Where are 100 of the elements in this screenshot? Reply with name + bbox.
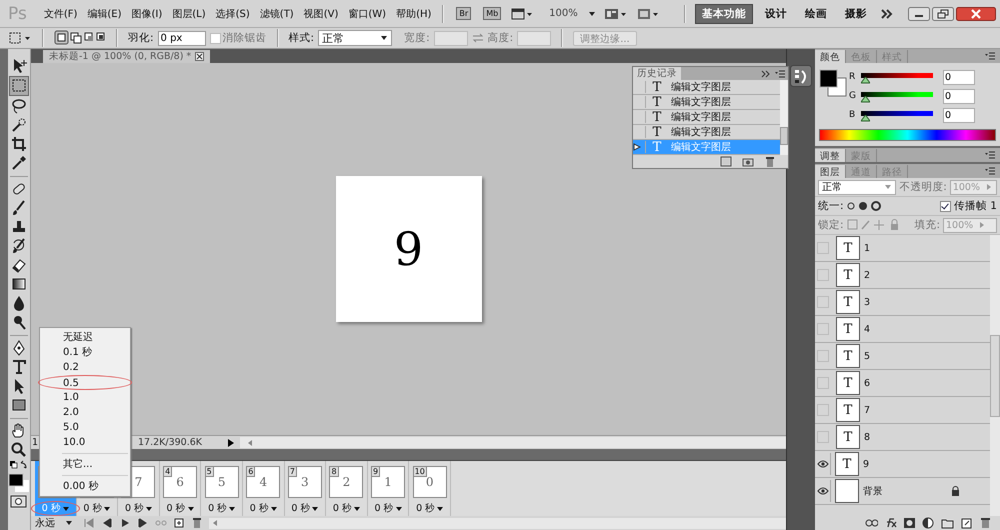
animation-frame[interactable]: 5 5 0 秒 [201, 461, 243, 516]
layer-row[interactable]: 背景 [815, 478, 990, 505]
frame-delay[interactable]: 0 秒 [332, 502, 360, 515]
panel-menu-icon[interactable] [984, 52, 996, 60]
menu-item[interactable]: 窗口(W) [343, 6, 392, 20]
adjustment-icon[interactable] [922, 517, 935, 529]
layer-row[interactable]: T 6 [815, 370, 990, 397]
next-frame-icon[interactable] [137, 517, 149, 529]
visibility-toggle[interactable] [817, 269, 829, 281]
layer-row[interactable]: T 1 [815, 235, 990, 262]
type-tool-icon[interactable] [10, 358, 28, 376]
history-panel-icon[interactable] [790, 65, 812, 87]
visibility-toggle[interactable] [817, 350, 829, 362]
color-spectrum-bar[interactable] [819, 129, 996, 141]
layer-row[interactable]: T 9 [815, 451, 990, 478]
layer-row[interactable]: T 7 [815, 397, 990, 424]
workspace-button[interactable]: 绘画 [799, 4, 833, 22]
feather-field[interactable]: 0 px [158, 30, 206, 46]
workspace-button[interactable]: 基本功能 [695, 4, 753, 24]
frame-delay[interactable]: 0 秒 [124, 502, 152, 515]
horizontal-scrollbar[interactable] [209, 518, 786, 528]
zoom-icon[interactable] [10, 441, 28, 459]
screen-mode-icon[interactable] [636, 6, 660, 20]
menu-item[interactable]: 滤镜(T) [254, 6, 299, 20]
eye-icon[interactable] [816, 460, 828, 468]
style-dropdown[interactable]: 正常 [318, 30, 392, 46]
trash-icon[interactable] [764, 156, 776, 167]
document-tab[interactable]: 未标题-1 @ 100% (0, RGB/8) * [43, 50, 210, 63]
menu-item[interactable]: 图层(L) [167, 6, 211, 20]
double-chevron-icon[interactable] [880, 8, 894, 20]
selection-mode-icon[interactable] [54, 30, 106, 46]
menu-item[interactable]: 视图(V) [298, 6, 344, 20]
frame-delay[interactable]: 0 秒 [291, 502, 318, 515]
channel-value-field[interactable]: 0 [943, 108, 975, 122]
link-icon[interactable] [865, 517, 878, 529]
menu-item[interactable]: 选择(S) [210, 6, 255, 20]
rectangular-marquee-icon[interactable] [9, 76, 29, 96]
history-item[interactable]: T 编辑文字图层 [633, 95, 780, 110]
crop-icon[interactable] [10, 135, 28, 153]
history-item[interactable]: T 编辑文字图层 [633, 80, 780, 95]
menu-item[interactable]: 0.2 [40, 360, 130, 375]
eyedropper-icon[interactable] [10, 154, 28, 172]
color-swatches-icon[interactable] [8, 473, 30, 493]
menu-item[interactable]: 帮助(H) [391, 6, 436, 20]
workspace-button[interactable]: 设计 [759, 4, 793, 22]
animation-frame[interactable]: 8 2 0 秒 [326, 461, 368, 516]
visibility-toggle[interactable] [817, 323, 829, 335]
height-field[interactable] [517, 30, 552, 46]
lasso-icon[interactable] [10, 97, 28, 115]
quick-mask-icon[interactable] [10, 494, 28, 508]
horizontal-scrollbar[interactable] [240, 437, 786, 448]
vertical-scrollbar[interactable] [990, 235, 1000, 516]
folder-icon[interactable] [941, 517, 954, 529]
frame-delay[interactable]: 0 秒 [416, 502, 444, 515]
restore-icon[interactable] [932, 6, 954, 20]
play-arrow-icon[interactable] [226, 438, 236, 448]
menu-item[interactable]: 文件(F) [38, 6, 82, 20]
frame-delay[interactable]: 0 秒 [83, 502, 110, 515]
menu-item[interactable]: 5.0 [40, 420, 130, 435]
visibility-toggle[interactable] [817, 431, 829, 443]
minimize-icon[interactable] [908, 6, 930, 20]
visibility-toggle[interactable] [817, 404, 829, 416]
panel-tab[interactable]: 图层 [815, 165, 846, 178]
layer-row[interactable]: T 5 [815, 343, 990, 370]
menu-item[interactable]: 编辑(E) [82, 6, 126, 20]
visibility-toggle[interactable] [817, 242, 829, 254]
arrange-documents-icon[interactable] [604, 6, 628, 20]
menu-item[interactable]: 1.0 [40, 390, 130, 405]
slider-thumb[interactable] [861, 96, 870, 102]
trash-icon[interactable] [191, 517, 203, 529]
mini-bridge-button[interactable]: Mb [483, 7, 502, 20]
blend-mode-dropdown[interactable]: 正常 [818, 180, 896, 194]
panel-tab[interactable]: 调整 [815, 149, 846, 162]
quick-selection-icon[interactable] [10, 116, 28, 134]
menu-item[interactable]: 无延迟 [40, 330, 130, 345]
panel-tab[interactable]: 颜色 [815, 50, 846, 63]
frame-delay[interactable]: 0 秒 [208, 502, 236, 515]
menu-item[interactable]: 0.1 秒 [40, 345, 130, 360]
color-swatches-icon[interactable] [819, 69, 847, 97]
camera-icon[interactable] [742, 156, 754, 167]
layer-row[interactable]: T 4 [815, 316, 990, 343]
vertical-scrollbar[interactable] [780, 80, 788, 155]
frame-delay[interactable]: 0 秒 [250, 502, 277, 515]
trash-icon[interactable] [979, 517, 992, 529]
new-layer-icon[interactable] [960, 517, 973, 529]
menu-item[interactable]: 2.0 [40, 405, 130, 420]
animation-frame[interactable]: 6 4 0 秒 [242, 461, 285, 516]
workspace-button[interactable]: 摄影 [839, 4, 873, 22]
history-item[interactable]: T 编辑文字图层 [633, 110, 780, 125]
menu-item[interactable]: 10.0 [40, 435, 130, 450]
visibility-toggle[interactable] [817, 296, 829, 308]
layer-row[interactable]: T 8 [815, 424, 990, 451]
animation-frame[interactable]: 4 6 0 秒 [160, 461, 202, 516]
eye-icon[interactable] [816, 487, 828, 495]
antialias-checkbox[interactable] [210, 32, 221, 44]
zoom-level-dropdown[interactable]: 100% [549, 8, 578, 19]
close-icon[interactable] [956, 6, 996, 20]
rectangular-marquee-icon[interactable] [8, 31, 32, 45]
slider-thumb[interactable] [861, 114, 870, 122]
frame-delay[interactable]: 0 秒 [374, 502, 402, 515]
